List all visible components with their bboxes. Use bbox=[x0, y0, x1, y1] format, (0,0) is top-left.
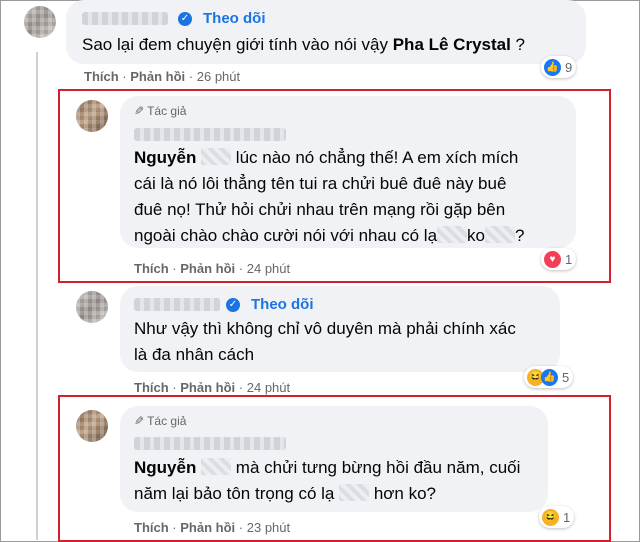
comment-text-end: ? bbox=[510, 35, 526, 54]
comment-text: Sao lại đem chuyện giới tính vào nói vậy… bbox=[82, 32, 525, 58]
timestamp[interactable]: 26 phút bbox=[197, 69, 240, 84]
comment-line: ngoài chào chào cười nói với nhau có lạ bbox=[134, 226, 438, 245]
comment-text: Như vậy thì không chỉ vô duyên mà phải c… bbox=[134, 316, 558, 368]
like-icon: 👍 bbox=[544, 58, 561, 76]
like-action[interactable]: Thích bbox=[134, 520, 169, 535]
comment-line: cái là nó lôi thẳng tên tui ra chửi buê … bbox=[134, 174, 507, 193]
comment-line: đuê nọ! Thử hỏi chửi nhau trên mạng rồi … bbox=[134, 200, 506, 219]
mention-link[interactable]: Pha Lê Crystal bbox=[393, 35, 511, 54]
thread-line bbox=[36, 52, 38, 540]
blurred-word bbox=[485, 226, 515, 243]
separator: · bbox=[122, 69, 127, 84]
commenter-name-blurred[interactable] bbox=[134, 298, 220, 311]
love-icon: ♥ bbox=[544, 250, 561, 268]
comment-word: ? bbox=[515, 226, 525, 245]
comment-actions: Thích · Phản hồi · 26 phút bbox=[84, 69, 240, 84]
like-action[interactable]: Thích bbox=[84, 69, 119, 84]
blurred-word bbox=[201, 148, 232, 165]
reply-action[interactable]: Phản hồi bbox=[180, 380, 235, 395]
reaction-summary[interactable]: 👍 9 bbox=[541, 56, 577, 78]
comment-text: Nguyễn mà chửi tưng bừng hồi đầu năm, cu… bbox=[134, 455, 546, 507]
commenter-name-blurred[interactable] bbox=[134, 128, 286, 141]
like-icon: 👍 bbox=[541, 368, 558, 386]
like-action[interactable]: Thích bbox=[134, 261, 169, 276]
follow-link[interactable]: Theo dõi bbox=[203, 10, 266, 27]
mention-link[interactable]: Nguyễn bbox=[134, 148, 196, 167]
separator: · bbox=[172, 520, 177, 535]
separator: · bbox=[238, 261, 244, 276]
comment-line: hơn ko? bbox=[369, 484, 437, 503]
timestamp[interactable]: 24 phút bbox=[247, 380, 290, 395]
reaction-count: 1 bbox=[565, 251, 573, 267]
comment-line: mà chửi tưng bừng hồi đầu năm, cuối bbox=[231, 458, 521, 477]
pencil-icon: ✎ bbox=[134, 414, 145, 428]
comment-line: Như vậy thì không chỉ vô duyên mà phải c… bbox=[134, 319, 516, 338]
author-label: ✎ Tác giả bbox=[134, 104, 186, 118]
reaction-summary[interactable]: ♥ 1 bbox=[541, 248, 577, 270]
separator: · bbox=[238, 380, 244, 395]
author-label-text: Tác giả bbox=[147, 104, 187, 118]
comment-line: là đa nhân cách bbox=[134, 345, 255, 364]
comment-actions: Thích · Phản hồi · 24 phút bbox=[134, 261, 290, 276]
author-label: ✎ Tác giả bbox=[134, 414, 186, 428]
separator: · bbox=[238, 520, 244, 535]
follow-link[interactable]: Theo dõi bbox=[251, 296, 314, 313]
mention-link[interactable]: Nguyễn bbox=[134, 458, 196, 477]
reaction-count: 9 bbox=[565, 59, 573, 75]
reply-action[interactable]: Phản hồi bbox=[130, 69, 185, 84]
reaction-summary[interactable]: 😆 1 bbox=[539, 506, 575, 528]
separator: · bbox=[188, 69, 194, 84]
author-label-text: Tác giả bbox=[147, 414, 187, 428]
avatar[interactable] bbox=[76, 100, 108, 132]
reply-action[interactable]: Phản hồi bbox=[180, 261, 235, 276]
separator: · bbox=[172, 380, 177, 395]
comment-text: Nguyễn lúc nào nó chẳng thế! A em xích m… bbox=[134, 145, 574, 249]
comment-line: năm lại bảo tôn trọng có lạ bbox=[134, 484, 335, 503]
comment-line: lúc nào nó chẳng thế! A em xích mích bbox=[231, 148, 519, 167]
blurred-word bbox=[437, 226, 468, 243]
comment-actions: Thích · Phản hồi · 24 phút bbox=[134, 380, 290, 395]
like-action[interactable]: Thích bbox=[134, 380, 169, 395]
verified-badge-icon: ✓ bbox=[226, 298, 240, 312]
avatar[interactable] bbox=[76, 291, 108, 323]
avatar[interactable] bbox=[24, 6, 56, 38]
reaction-summary[interactable]: 😆 👍 5 bbox=[524, 366, 574, 388]
comment-text-plain: Sao lại đem chuyện giới tính vào nói vậy bbox=[82, 35, 393, 54]
reply-action[interactable]: Phản hồi bbox=[180, 520, 235, 535]
pencil-icon: ✎ bbox=[134, 104, 145, 118]
blurred-word bbox=[201, 458, 232, 475]
commenter-name-blurred[interactable] bbox=[134, 437, 286, 450]
reaction-count: 1 bbox=[563, 509, 571, 525]
comment-word: ko bbox=[467, 226, 485, 245]
avatar[interactable] bbox=[76, 410, 108, 442]
separator: · bbox=[172, 261, 177, 276]
timestamp[interactable]: 24 phút bbox=[247, 261, 290, 276]
comment-actions: Thích · Phản hồi · 23 phút bbox=[134, 520, 290, 535]
blurred-word bbox=[339, 484, 370, 501]
commenter-name-blurred[interactable] bbox=[82, 12, 168, 25]
haha-icon: 😆 bbox=[542, 508, 559, 526]
verified-badge-icon: ✓ bbox=[178, 12, 192, 26]
timestamp[interactable]: 23 phút bbox=[247, 520, 290, 535]
reaction-count: 5 bbox=[562, 369, 570, 385]
